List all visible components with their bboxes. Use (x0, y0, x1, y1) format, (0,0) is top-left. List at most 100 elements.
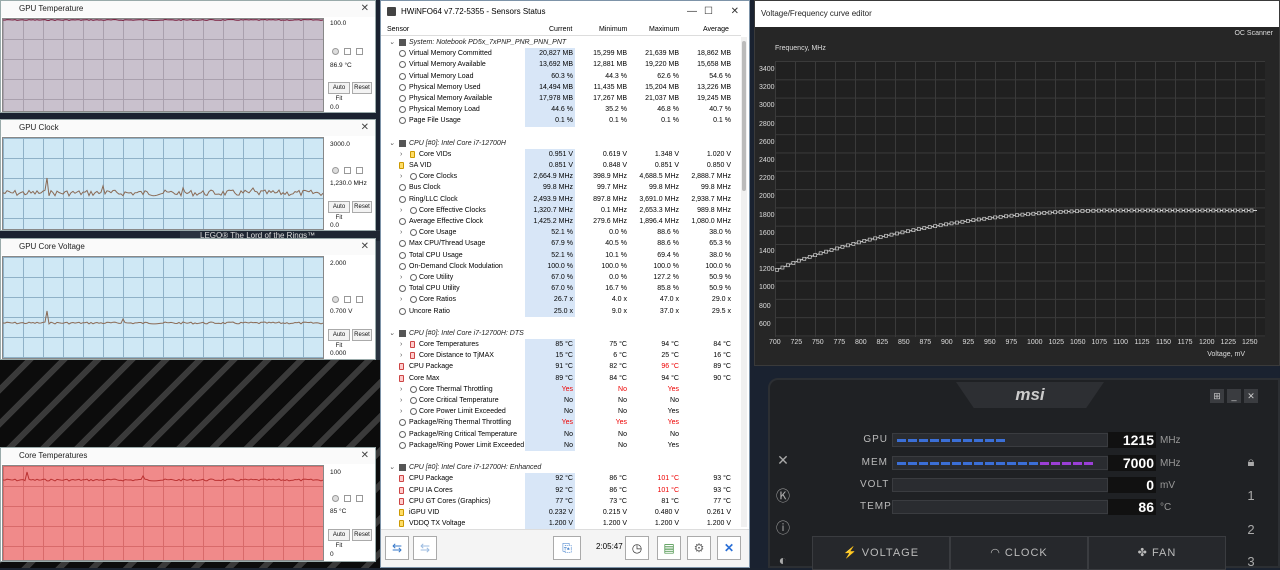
hwinfo-titlebar[interactable]: HWiNFO64 v7.72-5355 - Sensors Status — ☐… (381, 1, 749, 23)
vf-curve-plot[interactable] (775, 61, 1265, 337)
tab-voltage[interactable]: ⚡ VOLTAGE (812, 536, 950, 570)
network-icon[interactable]: ⎘ (553, 536, 581, 560)
sensor-row[interactable]: › Core Temperatures 85 °C 75 °C 94 °C 84 °C (381, 339, 741, 351)
sensor-row[interactable]: Total CPU Usage 52.1 % 10.1 % 69.4 % 38.0 % (381, 249, 741, 261)
vf-curve-editor-window[interactable]: Voltage/Frequency curve editor OC Scanne… (754, 0, 1280, 366)
sensor-row[interactable]: Physical Memory Load 44.6 % 35.2 % 46.8 % 40… (381, 104, 741, 116)
sensor-row[interactable]: Max CPU/Thread Usage 67.9 % 40.5 % 88.6 % 65… (381, 238, 741, 250)
sensor-row[interactable]: Virtual Memory Load 60.3 % 44.3 % 62.6 % 54.… (381, 70, 741, 82)
sensor-group-header[interactable]: ⌄ CPU [#0]: Intel Core i7-12700H (381, 138, 741, 149)
graph-window-gpu-clock[interactable]: GPU Clock ✕ 3000.0 1,230.0 MHz Auto Fit R… (0, 119, 376, 231)
sensor-row[interactable]: › Core Thermal Throttling Yes No Yes (381, 383, 741, 396)
auto-fit-button[interactable]: Auto Fit (328, 82, 350, 102)
graph-option-radio[interactable] (332, 48, 339, 55)
minimize-icon[interactable]: _ (1227, 389, 1241, 403)
sensor-row[interactable]: CPU GT Cores (Graphics) 77 °C 73 °C 81 °C 77… (381, 495, 741, 507)
expand-icon[interactable]: › (400, 205, 402, 216)
expand-icon[interactable]: › (400, 227, 402, 238)
sensor-row[interactable]: On-Demand Clock Modulation 100.0 % 100.0 %… (381, 260, 741, 272)
sensor-row[interactable]: Physical Memory Used 14,494 MB 11,435 MB 15… (381, 81, 741, 93)
tab-clock[interactable]: ◠ CLOCK (950, 536, 1088, 570)
reset-button[interactable]: Reset (352, 201, 372, 213)
sensor-row[interactable]: Page File Usage 0.1 % 0.1 % 0.1 % 0.1 % (381, 115, 741, 127)
oc-icon[interactable]: ◐ (774, 552, 792, 570)
close-icon[interactable]: ✕ (361, 120, 369, 136)
expand-icon[interactable]: › (400, 171, 402, 182)
sensor-row[interactable]: Core Max 89 °C 84 °C 94 °C 90 °C (381, 372, 741, 384)
expand-icon[interactable]: › (400, 384, 402, 395)
profile-2-button[interactable]: 2 (1242, 522, 1260, 537)
expand-icon[interactable]: › (400, 294, 402, 305)
reset-button[interactable]: Reset (352, 329, 372, 341)
k-icon[interactable]: Ⓚ (774, 486, 792, 504)
collapse-icon[interactable]: ⌄ (389, 462, 395, 473)
sensor-row[interactable]: Package/Ring Power Limit Exceeded No No Yes (381, 439, 741, 451)
msi-afterburner-panel[interactable]: msi ⊞ _ ✕ ✕ Ⓚ ⓘ ◐ 🔒︎ 1 2 3 GPU 1215 MHz … (768, 378, 1280, 570)
minimize-icon[interactable]: — (687, 1, 697, 23)
sensor-row[interactable]: CPU Package 92 °C 86 °C 101 °C 93 °C (381, 473, 741, 485)
sensor-row[interactable]: Average Effective Clock 1,425.2 MHz 279.6 … (381, 216, 741, 228)
collapse-icon[interactable]: ⌄ (389, 138, 395, 149)
expand-icon[interactable]: › (400, 149, 402, 160)
column-minimum[interactable]: Minimum (599, 23, 627, 36)
sensor-row[interactable]: › Core Ratios 26.7 x 4.0 x 47.0 x 29.0 x (381, 294, 741, 306)
auto-fit-button[interactable]: Auto Fit (328, 329, 350, 349)
sensor-group-header[interactable]: ⌄ CPU [#0]: Intel Core i7-12700H: DTS (381, 328, 741, 339)
reset-button[interactable]: Reset (352, 82, 372, 94)
sensor-row[interactable]: SA VID 0.851 V 0.848 V 0.851 V 0.850 V (381, 160, 741, 172)
column-average[interactable]: Average (703, 23, 729, 36)
sensor-group-header[interactable]: ⌄ CPU [#0]: Intel Core i7-12700H: Enhance… (381, 462, 741, 473)
graph-option-checkbox[interactable] (356, 48, 363, 55)
expand-icon[interactable]: › (400, 350, 402, 361)
sensor-row[interactable]: Virtual Memory Available 13,692 MB 12,881 … (381, 59, 741, 71)
graph-titlebar[interactable]: GPU Core Voltage ✕ (1, 239, 375, 255)
close-sensors-icon[interactable]: ✕ (717, 536, 741, 560)
sensor-scrollbar[interactable] (741, 37, 747, 527)
expand-icon[interactable]: › (400, 339, 402, 350)
column-maximum[interactable]: Maximum (649, 23, 679, 36)
sensor-row[interactable]: VDDQ TX Voltage 1.200 V 1.200 V 1.200 V 1.20… (381, 518, 741, 529)
graph-option-radio[interactable] (332, 167, 339, 174)
expand-icon[interactable]: › (400, 406, 402, 417)
graph-option-checkbox[interactable] (356, 167, 363, 174)
sensor-row[interactable]: › Core Distance to TjMAX 15 °C 6 °C 25 °C 16 … (381, 350, 741, 362)
graph-titlebar[interactable]: Core Temperatures ✕ (1, 448, 375, 464)
auto-fit-button[interactable]: Auto Fit (328, 201, 350, 221)
close-icon[interactable]: ✕ (361, 239, 369, 255)
navigate-secondary-icon[interactable]: ⇆ (413, 536, 437, 560)
sensor-row[interactable]: › Core VIDs 0.951 V 0.619 V 1.348 V 1.020 V (381, 148, 741, 161)
expand-icon[interactable]: › (400, 395, 402, 406)
sensor-row[interactable]: › Core Usage 52.1 % 0.0 % 88.6 % 38.0 % (381, 227, 741, 239)
graph-titlebar[interactable]: GPU Clock ✕ (1, 120, 375, 136)
reset-button[interactable]: Reset (352, 529, 372, 541)
close-icon[interactable]: ✕ (361, 448, 369, 464)
graph-window-core-temperatures[interactable]: Core Temperatures ✕ 100 85 °C Auto Fit Re… (0, 447, 376, 562)
lock-icon[interactable]: 🔒︎ (1242, 454, 1260, 470)
graph-titlebar[interactable]: GPU Temperature ✕ (1, 1, 375, 17)
sensor-group-header[interactable]: ⌄ System: Notebook PD5x_7xPNP_PNR_PNN_PNT (381, 37, 741, 48)
sensor-row[interactable]: › Core Clocks 2,664.9 MHz 398.9 MHz 4,688.5 … (381, 171, 741, 183)
graph-window-gpu-core-voltage[interactable]: GPU Core Voltage ✕ 2.000 0.700 V Auto Fit… (0, 238, 376, 360)
navigate-left-right-icon[interactable]: ⇆ (385, 536, 409, 560)
graph-option-checkbox[interactable] (344, 495, 351, 502)
sensor-row[interactable]: iGPU VID 0.232 V 0.215 V 0.480 V 0.261 V (381, 506, 741, 519)
profile-3-button[interactable]: 3 (1242, 554, 1260, 569)
sensor-table-body[interactable]: ⌄ System: Notebook PD5x_7xPNP_PNR_PNN_PNT… (381, 37, 741, 529)
sensor-row[interactable]: Package/Ring Thermal Throttling Yes Yes Yes (381, 417, 741, 429)
sensor-row[interactable]: › Core Power Limit Exceeded No No Yes (381, 406, 741, 418)
clock-icon[interactable]: ◷ (625, 536, 649, 560)
sensor-row[interactable]: Bus Clock 99.8 MHz 99.7 MHz 99.8 MHz 99.8 MH… (381, 182, 741, 194)
profile-1-button[interactable]: 1 (1242, 488, 1260, 503)
graph-option-checkbox[interactable] (356, 296, 363, 303)
sensor-row[interactable]: Physical Memory Available 17,978 MB 17,267… (381, 92, 741, 105)
sensor-row[interactable]: CPU IA Cores 92 °C 86 °C 101 °C 93 °C (381, 484, 741, 496)
windows-icon[interactable]: ⊞ (1210, 389, 1224, 403)
sensor-row[interactable]: Virtual Memory Committed 20,827 MB 15,299 … (381, 48, 741, 60)
collapse-icon[interactable]: ⌄ (389, 37, 395, 48)
column-current[interactable]: Current (549, 23, 572, 36)
maximize-icon[interactable]: ☐ (704, 1, 713, 23)
close-icon[interactable]: ✕ (731, 1, 739, 23)
expand-icon[interactable]: › (400, 272, 402, 283)
sensor-row[interactable]: › Core Critical Temperature No No No (381, 395, 741, 407)
oc-scanner-button[interactable]: OC Scanner (1234, 30, 1273, 37)
